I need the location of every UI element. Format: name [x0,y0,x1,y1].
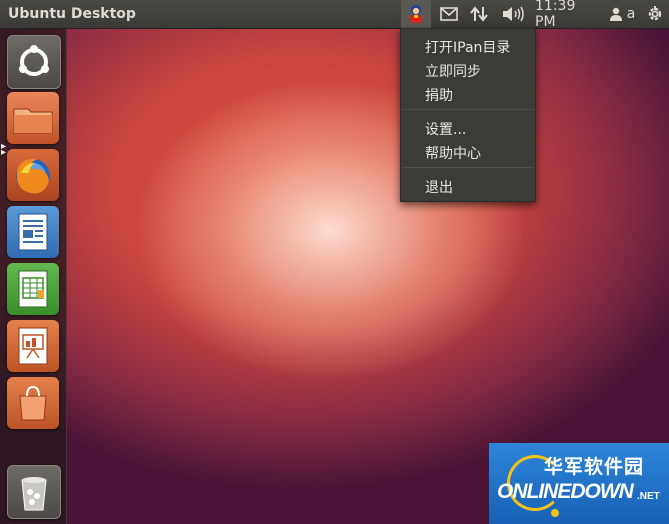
menu-item-help-center[interactable]: 帮助中心 [425,143,481,163]
user-name: a [626,6,636,22]
dash-home-button[interactable] [7,35,61,89]
menu-item-quit[interactable]: 退出 [425,177,453,197]
sound-indicator[interactable] [500,0,526,28]
network-arrows-icon [470,6,488,22]
speaker-volume-icon [503,6,524,22]
watermark-dot [551,509,559,517]
unity-launcher: ▸ ▸ [0,29,67,524]
watermark-domain-suffix: .NET [637,491,660,502]
window-title: Ubuntu Desktop [8,6,136,22]
menu-item-sync-now[interactable]: 立即同步 [425,61,481,81]
launcher-active-pip: ▸ ▸ [1,141,7,158]
watermark-english-name: ONLINEDOWN [497,480,634,503]
libreoffice-impress-button[interactable] [7,320,59,372]
ipan-mascot-icon [410,5,422,23]
session-indicator[interactable] [643,0,667,28]
user-icon [609,7,622,21]
firefox-icon [16,158,50,194]
menu-separator [402,109,534,110]
messaging-indicator[interactable] [438,0,460,28]
files-button[interactable] [7,92,59,144]
firefox-button[interactable] [7,149,59,201]
menu-item-donate[interactable]: 捐助 [425,85,453,105]
network-indicator[interactable] [467,0,491,28]
envelope-icon [440,7,458,21]
trash-icon [21,477,47,511]
libreoffice-calc-button[interactable] [7,263,59,315]
user-indicator[interactable]: a [606,0,638,28]
ubuntu-logo-icon [19,45,49,76]
onlinedown-watermark: 华军软件园 ONLINEDOWN .NET [489,443,669,524]
trash-button[interactable] [7,465,61,519]
shopping-bag-icon [19,385,47,421]
folder-icon [13,108,53,134]
impress-icon [18,327,48,365]
writer-icon [18,213,48,251]
libreoffice-writer-button[interactable] [7,206,59,258]
clock-indicator[interactable]: 11:39 PM [535,0,597,30]
software-center-button[interactable] [7,377,59,429]
ipan-indicator[interactable] [401,0,431,28]
calc-icon [18,270,48,308]
gear-power-icon [648,6,662,21]
top-panel: Ubuntu Desktop 11:39 PM a [0,0,669,30]
ipan-indicator-menu: 打开IPan目录 立即同步 捐助 设置... 帮助中心 退出 [400,28,536,202]
menu-item-open-ipan-folder[interactable]: 打开IPan目录 [425,37,510,57]
menu-separator [402,167,534,168]
watermark-chinese-name: 华军软件园 [544,456,645,478]
menu-item-settings[interactable]: 设置... [425,119,466,139]
